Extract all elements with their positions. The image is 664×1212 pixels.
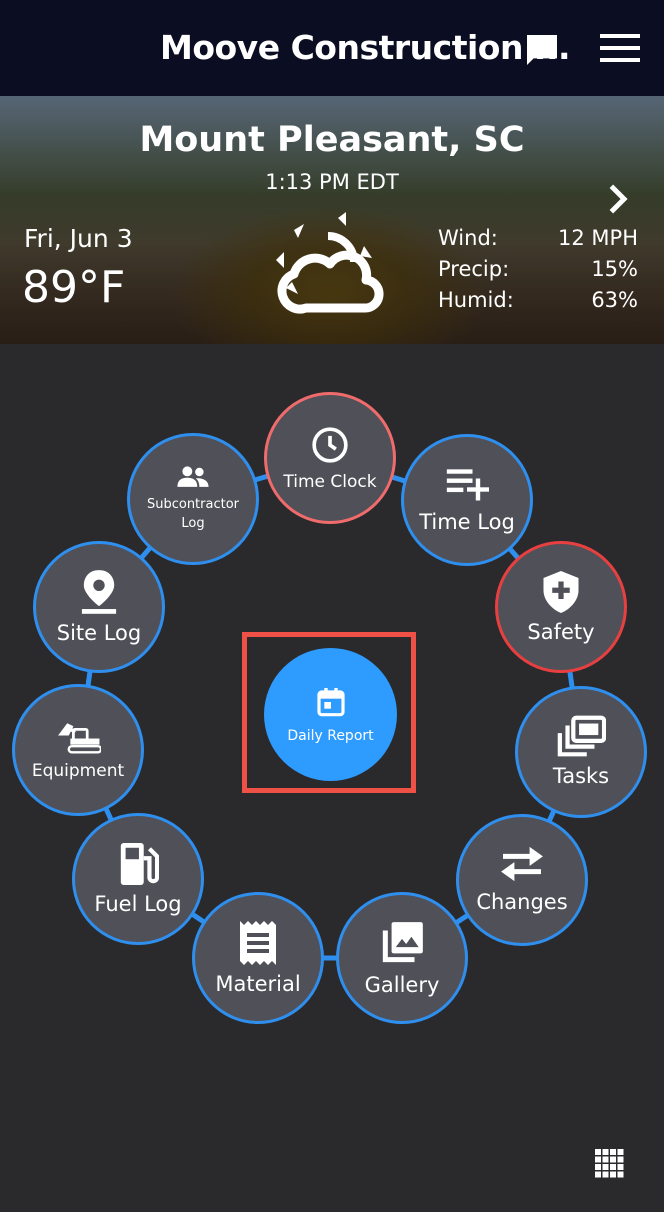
playlist-add-icon — [446, 469, 489, 501]
subcontractor-log-label: Subcontractor Log — [147, 495, 239, 534]
people-icon — [177, 465, 209, 487]
shield-plus-icon — [543, 571, 579, 614]
site-log-label: Site Log — [56, 621, 142, 646]
subcontractor-label-line1: Subcontractor — [146, 496, 240, 512]
map-pin-icon — [81, 570, 117, 615]
safety-label: Safety — [527, 620, 595, 645]
tasks-label: Tasks — [552, 764, 610, 789]
time-clock-label: Time Clock — [283, 471, 377, 492]
subcontractor-log-button[interactable]: Subcontractor Log — [127, 433, 259, 565]
tasks-button[interactable]: Tasks — [515, 686, 647, 818]
fuel-log-label: Fuel Log — [94, 892, 182, 917]
material-button[interactable]: Material — [192, 892, 324, 1024]
selection-highlight — [242, 632, 416, 793]
swap-arrows-icon — [501, 847, 543, 882]
app-grid-icon[interactable] — [594, 1148, 624, 1178]
site-log-button[interactable]: Site Log — [33, 541, 165, 673]
library-icon — [557, 716, 606, 757]
time-log-button[interactable]: Time Log — [401, 434, 533, 566]
changes-label: Changes — [476, 890, 568, 915]
gallery-button[interactable]: Gallery — [336, 892, 468, 1024]
safety-button[interactable]: Safety — [495, 541, 627, 673]
material-label: Material — [215, 972, 301, 997]
receipt-icon — [240, 921, 276, 966]
subcontractor-label-line2: Log — [181, 516, 205, 531]
changes-button[interactable]: Changes — [456, 814, 588, 946]
equipment-button[interactable]: Equipment — [12, 684, 144, 816]
clock-icon — [312, 426, 348, 463]
time-log-label: Time Log — [419, 510, 515, 535]
fuel-pump-icon — [120, 843, 159, 886]
gallery-icon — [382, 922, 423, 963]
time-clock-button[interactable]: Time Clock — [264, 392, 396, 524]
fuel-log-button[interactable]: Fuel Log — [72, 813, 204, 945]
gallery-label: Gallery — [364, 973, 440, 998]
excavator-icon — [58, 722, 101, 754]
equipment-label: Equipment — [31, 760, 125, 781]
